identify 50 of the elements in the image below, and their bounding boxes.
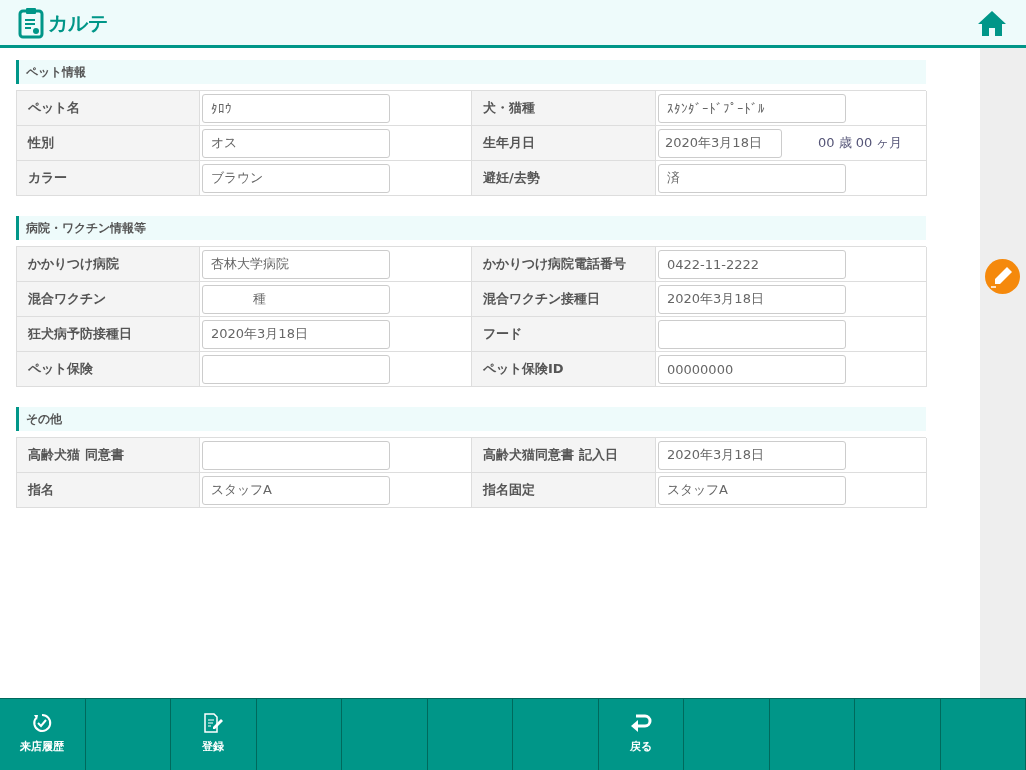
footer-button[interactable]: 戻る	[598, 699, 684, 770]
field-label: フード	[472, 317, 656, 352]
page-title: カルテ	[48, 9, 108, 37]
field-label: ペット保険	[17, 352, 200, 387]
field-label: 混合ワクチン	[17, 282, 200, 317]
field-label: 避妊/去勢	[472, 161, 656, 196]
input-field[interactable]	[202, 440, 390, 470]
field-label: カラー	[17, 161, 200, 196]
input-field[interactable]: 済	[658, 163, 846, 193]
age-text: 00 歳 00 ヶ月	[818, 134, 903, 153]
field-label: 犬・猫種	[472, 91, 656, 126]
input-field[interactable]	[658, 319, 846, 349]
field-label: 指名固定	[472, 473, 656, 508]
input-field[interactable]: 杏林大学病院	[202, 249, 390, 279]
input-field[interactable]	[202, 354, 390, 384]
section-heading: 病院・ワクチン情報等	[16, 216, 926, 240]
footer-button[interactable]: 登録	[171, 699, 257, 770]
pen-icon[interactable]	[985, 259, 1020, 294]
section-heading: ペット情報	[16, 60, 926, 84]
input-field[interactable]: 0422-11-2222	[658, 249, 846, 279]
field-label: 狂犬病予防接種日	[17, 317, 200, 352]
clock-check-icon	[32, 713, 53, 734]
field-label: かかりつけ病院	[17, 247, 200, 282]
field-label: 指名	[17, 473, 200, 508]
input-field[interactable]: ブラウン	[202, 163, 390, 193]
input-field[interactable]: スタッフA	[658, 475, 846, 505]
input-field[interactable]: オス	[202, 128, 390, 158]
home-icon[interactable]	[976, 8, 1008, 37]
field-label: かかりつけ病院電話番号	[472, 247, 656, 282]
field-label: ペット名	[17, 91, 200, 126]
field-label: 性別	[17, 126, 200, 161]
input-field[interactable]: 2020年3月18日	[658, 440, 846, 470]
field-label: 混合ワクチン接種日	[472, 282, 656, 317]
field-label: 高齢犬猫同意書 記入日	[472, 438, 656, 473]
section-heading: その他	[16, 407, 926, 431]
return-arrow-icon	[629, 713, 652, 734]
document-pen-icon	[202, 713, 225, 734]
input-field[interactable]: 種	[202, 284, 390, 314]
footer-button[interactable]: 来店履歴	[0, 699, 86, 770]
input-field[interactable]: 2020年3月18日	[658, 128, 782, 158]
field-label: ペット保険ID	[472, 352, 656, 387]
input-field[interactable]: ﾀﾛｳ	[202, 93, 390, 123]
input-field[interactable]: ｽﾀﾝﾀﾞｰﾄﾞﾌﾟｰﾄﾞﾙ	[658, 93, 846, 123]
input-field[interactable]: 2020年3月18日	[202, 319, 390, 349]
field-label: 生年月日	[472, 126, 656, 161]
clipboard-icon	[18, 6, 44, 39]
input-field[interactable]: スタッフA	[202, 475, 390, 505]
input-field[interactable]: 2020年3月18日	[658, 284, 846, 314]
input-field[interactable]: 00000000	[658, 354, 846, 384]
field-label: 高齢犬猫 同意書	[17, 438, 200, 473]
